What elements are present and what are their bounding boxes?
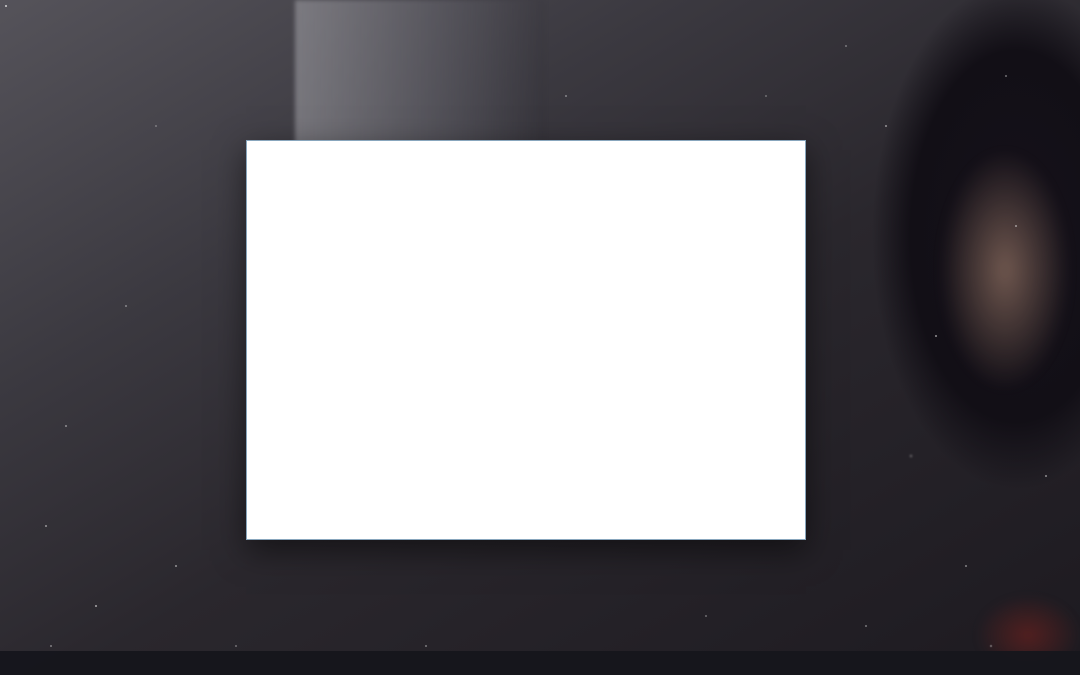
taskbar	[0, 651, 1080, 675]
file-explorer-window	[246, 140, 806, 540]
